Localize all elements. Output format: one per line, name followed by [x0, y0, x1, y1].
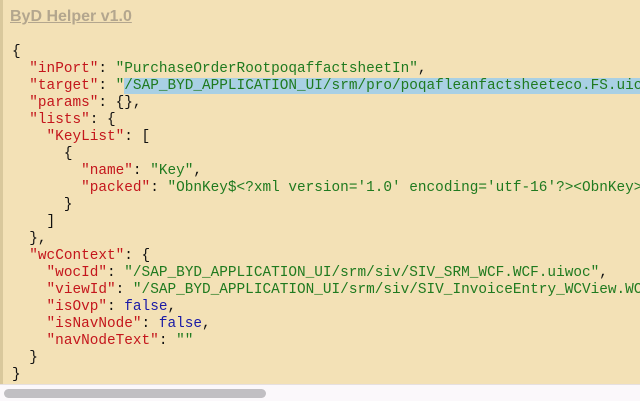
json-value: false — [124, 299, 167, 315]
scrollbar-thumb[interactable] — [4, 389, 266, 398]
json-value: false — [159, 316, 202, 332]
json-value: "/SAP_BYD_APPLICATION_UI/srm/siv/SIV_SRM… — [124, 265, 599, 281]
json-value: "PurchaseOrderRootpoqaffactsheetIn" — [116, 61, 418, 77]
json-key: "navNodeText" — [47, 333, 159, 349]
json-value: "Key" — [150, 163, 193, 179]
json-key: "wcContext" — [29, 248, 124, 264]
selected-target-value[interactable]: /SAP_BYD_APPLICATION_UI/srm/pro/poqaflea… — [124, 78, 640, 94]
json-key: "viewId" — [47, 282, 116, 298]
json-output[interactable]: { "inPort": "PurchaseOrderRootpoqaffacts… — [12, 44, 640, 384]
json-key: "wocId" — [47, 265, 107, 281]
json-key: "KeyList" — [47, 129, 125, 145]
horizontal-scrollbar[interactable] — [0, 384, 640, 401]
json-key: "name" — [81, 163, 133, 179]
json-value: "/SAP_BYD_APPLICATION_UI/srm/siv/SIV_Inv… — [133, 282, 640, 298]
json-key: "packed" — [81, 180, 150, 196]
json-value: "" — [176, 333, 193, 349]
json-key: "isNavNode" — [47, 316, 142, 332]
window-edge — [0, 0, 3, 384]
app-title-link[interactable]: ByD Helper v1.0 — [10, 8, 132, 26]
json-key: "isOvp" — [47, 299, 107, 315]
json-key: "target" — [29, 78, 98, 94]
json-key: "inPort" — [29, 61, 98, 77]
json-value: "ObnKey$<?xml version='1.0' encoding='ut… — [167, 180, 640, 196]
json-key: "lists" — [29, 112, 89, 128]
json-key: "params" — [29, 95, 98, 111]
